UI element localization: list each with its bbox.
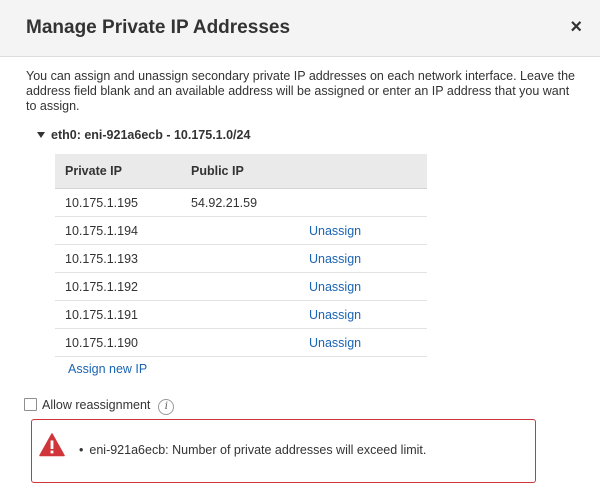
error-alert: • eni-921a6ecb: Number of private address… (31, 419, 536, 483)
error-text: eni-921a6ecb: Number of private addresse… (89, 443, 427, 457)
column-header-private-ip: Private IP (55, 154, 181, 189)
error-message: • eni-921a6ecb: Number of private address… (79, 443, 449, 458)
dialog-description: You can assign and unassign secondary pr… (26, 69, 575, 113)
action-cell (309, 188, 427, 217)
interface-label: eth0: eni-921a6ecb - 10.175.1.0/24 (51, 128, 251, 142)
column-header-action (309, 154, 427, 189)
public-ip-cell: 54.92.21.59 (181, 188, 309, 217)
allow-reassignment-row: Allow reassignment i (24, 398, 175, 415)
info-icon[interactable]: i (158, 399, 175, 415)
unassign-link[interactable]: Unassign (309, 224, 361, 238)
table-row: 10.175.1.190 Unassign (55, 328, 427, 357)
public-ip-cell (181, 244, 309, 273)
public-ip-cell (181, 216, 309, 245)
column-header-public-ip: Public IP (181, 154, 309, 189)
warning-icon (39, 433, 65, 457)
ip-table: Private IP Public IP 10.175.1.195 54.92.… (55, 154, 427, 357)
bullet: • (79, 443, 84, 457)
allow-reassignment-checkbox[interactable] (24, 398, 37, 411)
unassign-link[interactable]: Unassign (309, 336, 361, 350)
close-icon[interactable]: × (570, 16, 582, 38)
interface-toggle[interactable]: eth0: eni-921a6ecb - 10.175.1.0/24 (37, 128, 250, 142)
private-ip-cell: 10.175.1.191 (55, 300, 181, 329)
unassign-link[interactable]: Unassign (309, 280, 361, 294)
dialog-header: Manage Private IP Addresses × (0, 0, 600, 57)
assign-new-ip-link[interactable]: Assign new IP (68, 362, 147, 376)
private-ip-cell: 10.175.1.193 (55, 244, 181, 273)
manage-private-ip-dialog: Manage Private IP Addresses × You can as… (0, 0, 600, 493)
unassign-link[interactable]: Unassign (309, 308, 361, 322)
dialog-title: Manage Private IP Addresses (26, 17, 291, 38)
public-ip-cell (181, 300, 309, 329)
table-row: 10.175.1.192 Unassign (55, 272, 427, 301)
unassign-link[interactable]: Unassign (309, 252, 361, 266)
private-ip-cell: 10.175.1.192 (55, 272, 181, 301)
table-row: 10.175.1.194 Unassign (55, 216, 427, 245)
private-ip-cell: 10.175.1.190 (55, 328, 181, 357)
table-header-row: Private IP Public IP (55, 154, 427, 189)
allow-reassignment-label: Allow reassignment (42, 398, 151, 412)
table-row: 10.175.1.191 Unassign (55, 300, 427, 329)
private-ip-cell: 10.175.1.195 (55, 188, 181, 217)
private-ip-cell: 10.175.1.194 (55, 216, 181, 245)
table-row: 10.175.1.195 54.92.21.59 (55, 188, 427, 217)
table-row: 10.175.1.193 Unassign (55, 244, 427, 273)
public-ip-cell (181, 328, 309, 357)
public-ip-cell (181, 272, 309, 301)
caret-down-icon (37, 132, 45, 138)
